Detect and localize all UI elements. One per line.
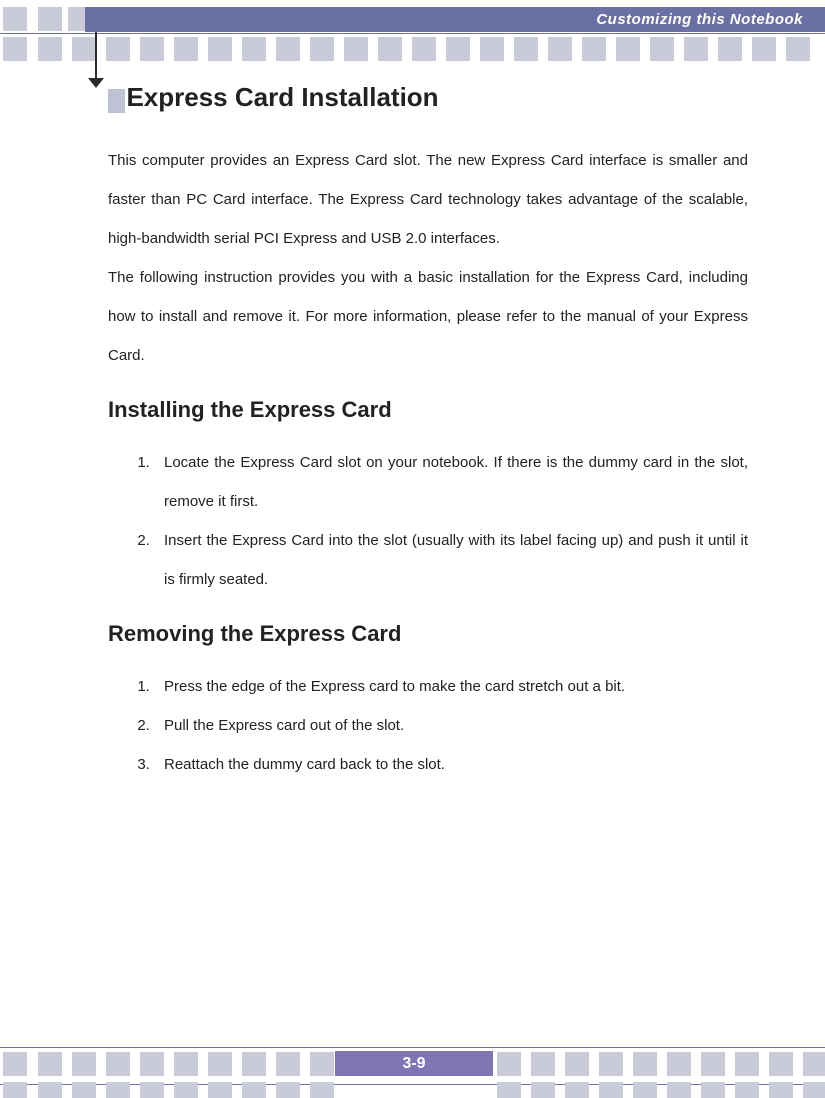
- content-area: Express Card Installation This computer …: [108, 82, 748, 784]
- intro-paragraph-2: The following instruction provides you w…: [108, 258, 748, 375]
- install-heading: Installing the Express Card: [108, 397, 748, 423]
- remove-heading: Removing the Express Card: [108, 621, 748, 647]
- arrow-down-icon: [88, 78, 104, 88]
- list-item: Press the edge of the Express card to ma…: [154, 667, 748, 706]
- page: Customizing this Notebook Express Card I…: [0, 0, 825, 1098]
- intro-paragraph-1: This computer provides an Express Card s…: [108, 141, 748, 258]
- header-title: Customizing this Notebook: [596, 11, 803, 28]
- list-item: Insert the Express Card into the slot (u…: [154, 521, 748, 599]
- arrow-stem: [95, 32, 97, 82]
- heading-accent: [108, 89, 125, 113]
- header-bar: Customizing this Notebook: [85, 7, 825, 32]
- list-item: Locate the Express Card slot on your not…: [154, 443, 748, 521]
- list-item: Pull the Express card out of the slot.: [154, 706, 748, 745]
- header-underline: [0, 33, 825, 34]
- remove-list: Press the edge of the Express card to ma…: [108, 667, 748, 784]
- install-list: Locate the Express Card slot on your not…: [108, 443, 748, 599]
- page-number: 3-9: [402, 1055, 425, 1073]
- page-title: Express Card Installation: [126, 82, 438, 112]
- page-number-badge: 3-9: [335, 1051, 493, 1076]
- list-item: Reattach the dummy card back to the slot…: [154, 745, 748, 784]
